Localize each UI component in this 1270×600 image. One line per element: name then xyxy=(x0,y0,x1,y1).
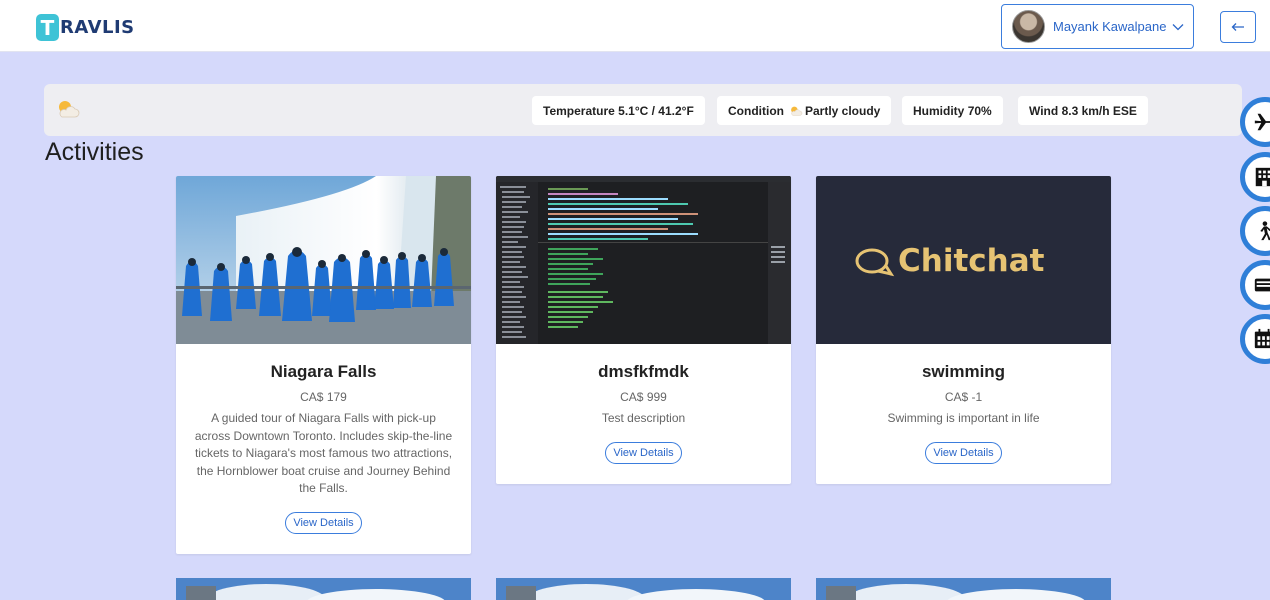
activity-card: dmsfkfmdk CA$ 999 Test description View … xyxy=(496,176,791,484)
back-button[interactable] xyxy=(1220,11,1256,43)
activity-card: Chitchat swimming CA$ -1 Swimming is imp… xyxy=(816,176,1111,484)
temperature-value: 5.1°C / 41.2°F xyxy=(618,103,694,118)
view-details-button[interactable]: View Details xyxy=(605,441,682,464)
side-nav-activities[interactable] xyxy=(1240,206,1270,256)
card-image-partial xyxy=(496,578,791,600)
side-nav-car[interactable] xyxy=(1240,260,1270,310)
activity-description: A guided tour of Niagara Falls with pick… xyxy=(194,411,453,495)
activity-card-partial xyxy=(176,578,471,600)
user-name: Mayank Kawalpane xyxy=(1053,19,1167,34)
side-nav-calendar[interactable] xyxy=(1240,314,1270,364)
activity-card-partial xyxy=(816,578,1111,600)
view-details-button[interactable]: View Details xyxy=(285,511,362,534)
chitchat-logo-text: Chitchat xyxy=(898,243,1045,279)
activity-card: Niagara Falls CA$ 179 A guided tour of N… xyxy=(176,176,471,554)
temperature-label: Temperature xyxy=(543,103,615,118)
page-title: Activities xyxy=(45,138,144,166)
view-details-button[interactable]: View Details xyxy=(925,441,1002,464)
activity-title: dmsfkfmdk xyxy=(598,362,689,381)
partly-cloudy-small-icon xyxy=(791,106,803,116)
activity-price: CA$ 999 xyxy=(620,390,667,404)
car-icon xyxy=(1254,278,1270,292)
activity-icon xyxy=(1260,221,1270,241)
activity-price: CA$ -1 xyxy=(944,390,983,404)
card-image-partial xyxy=(176,578,471,600)
plane-icon xyxy=(1254,113,1270,131)
condition-value: Partly cloudy xyxy=(804,103,881,118)
humidity-value: 70% xyxy=(967,103,992,118)
activity-description: Test description xyxy=(601,411,686,425)
back-arrow-icon xyxy=(1231,23,1244,31)
wind-chip: Wind 8.3 km/h ESE xyxy=(1018,96,1148,125)
activity-price: CA$ 179 xyxy=(300,390,347,404)
activity-card-body: Niagara Falls CA$ 179 A guided tour of N… xyxy=(176,344,471,554)
user-menu-button[interactable]: Mayank Kawalpane xyxy=(1001,4,1194,49)
niagara-falls-photo xyxy=(176,176,471,344)
code-editor-screenshot xyxy=(496,176,791,344)
logo-text: RAVLIS xyxy=(60,17,135,38)
partly-cloudy-icon xyxy=(59,101,80,118)
top-header: T RAVLIS Mayank Kawalpane xyxy=(0,0,1270,52)
condition-chip: Condition Partly cloudy xyxy=(717,96,892,125)
chevron-down-icon xyxy=(1173,23,1184,30)
wind-label: Wind xyxy=(1029,103,1059,118)
activity-title: Niagara Falls xyxy=(270,362,377,381)
activity-title: swimming xyxy=(921,362,1006,381)
humidity-chip: Humidity 70% xyxy=(902,96,1003,125)
activity-card-body: swimming CA$ -1 Swimming is important in… xyxy=(816,344,1111,484)
side-nav-flights[interactable] xyxy=(1240,97,1270,147)
activity-description: Swimming is important in life xyxy=(887,411,1040,425)
card-image-partial xyxy=(816,578,1111,600)
chitchat-logo: Chitchat xyxy=(816,176,1111,344)
temperature-chip: Temperature 5.1°C / 41.2°F xyxy=(532,96,705,125)
calendar-icon xyxy=(1254,328,1270,349)
avatar xyxy=(1012,10,1045,43)
side-nav-hotels[interactable] xyxy=(1240,152,1270,202)
activity-card-partial xyxy=(496,578,791,600)
condition-label: Condition xyxy=(728,103,784,118)
weather-bar: Temperature 5.1°C / 41.2°F Condition Par… xyxy=(44,84,1242,136)
humidity-label: Humidity xyxy=(913,103,965,118)
activity-card-body: dmsfkfmdk CA$ 999 Test description View … xyxy=(496,344,791,484)
travlis-logo[interactable]: T RAVLIS xyxy=(36,14,135,41)
wind-value: 8.3 km/h ESE xyxy=(1061,103,1137,118)
logo-badge: T xyxy=(36,14,59,41)
hotel-icon xyxy=(1255,167,1270,187)
